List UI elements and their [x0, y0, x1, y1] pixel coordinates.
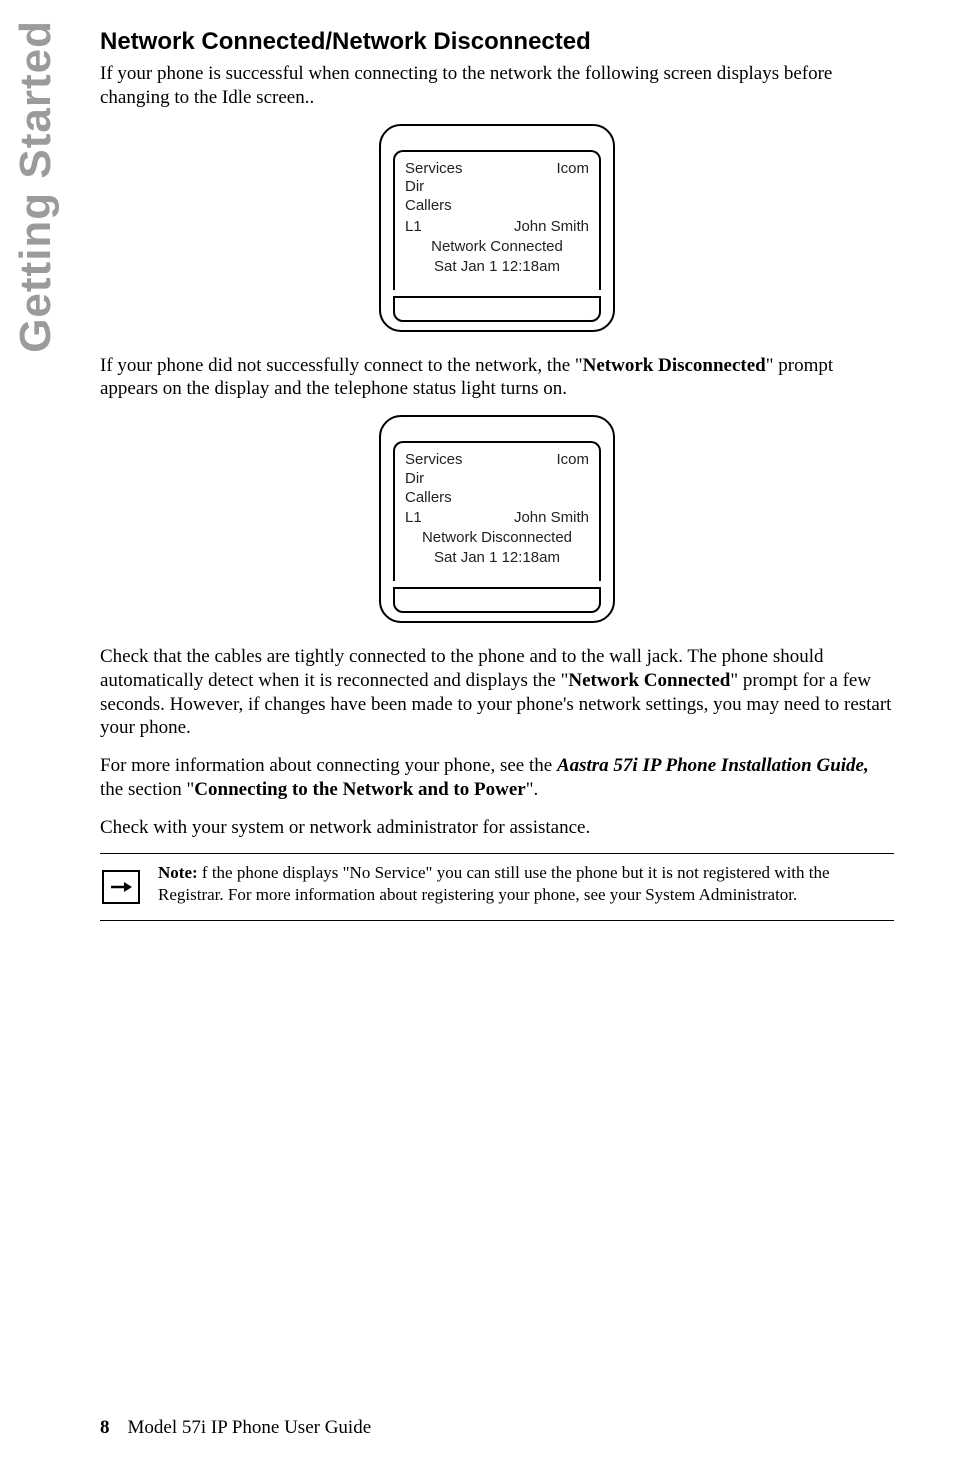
para2-text-a: If your phone did not successfully conne… [100, 355, 583, 376]
paragraph-3: Check that the cables are tightly connec… [100, 645, 894, 740]
note-label: Note: [158, 863, 198, 882]
services-label: Services [405, 451, 463, 470]
lcd-screen: Services Icom Dir Callers L1 John Smith … [393, 441, 601, 581]
side-tab: Getting Started [11, 20, 61, 353]
para2-bold: Network Disconnected [583, 355, 766, 376]
paragraph-5: Check with your system or network admini… [100, 816, 894, 840]
page-number: 8 [100, 1417, 110, 1438]
intro-paragraph-2: If your phone did not successfully conne… [100, 354, 894, 402]
line-label: L1 [405, 218, 422, 237]
dir-label: Dir [405, 470, 589, 489]
para3-bold: Network Connected [568, 670, 730, 691]
section-heading: Network Connected/Network Disconnected [100, 28, 894, 56]
datetime-line: Sat Jan 1 12:18am [405, 257, 589, 277]
phone-screen-disconnected: Services Icom Dir Callers L1 John Smith … [379, 415, 615, 623]
arrow-right-icon [110, 880, 132, 894]
phone-screen-connected: Services Icom Dir Callers L1 John Smith … [379, 124, 615, 332]
note-body: f the phone displays "No Service" you ca… [158, 863, 830, 904]
screen-bottom-bar [393, 296, 601, 322]
para4-bolditalic: Aastra 57i IP Phone Installation Guide, [557, 755, 869, 776]
status-line: Network Connected [405, 237, 589, 257]
line-label: L1 [405, 509, 422, 528]
paragraph-4: For more information about connecting yo… [100, 754, 894, 802]
datetime-line: Sat Jan 1 12:18am [405, 548, 589, 568]
note-block: Note: f the phone displays "No Service" … [100, 853, 894, 921]
footer-title: Model 57i IP Phone User Guide [128, 1417, 372, 1438]
services-label: Services [405, 160, 463, 179]
screen-bottom-bar [393, 587, 601, 613]
para4-text-c: ". [526, 779, 539, 800]
note-icon [102, 870, 140, 904]
status-line: Network Disconnected [405, 528, 589, 548]
page-footer: 8 Model 57i IP Phone User Guide [100, 1417, 371, 1439]
lcd-screen: Services Icom Dir Callers L1 John Smith … [393, 150, 601, 290]
user-name: John Smith [514, 509, 589, 528]
callers-label: Callers [405, 197, 589, 216]
dir-label: Dir [405, 178, 589, 197]
user-name: John Smith [514, 218, 589, 237]
para4-text-b: the section " [100, 779, 194, 800]
callers-label: Callers [405, 489, 589, 508]
para4-text-a: For more information about connecting yo… [100, 755, 557, 776]
para4-bold: Connecting to the Network and to Power [194, 779, 525, 800]
icom-label: Icom [556, 451, 589, 470]
note-text: Note: f the phone displays "No Service" … [158, 862, 894, 906]
icom-label: Icom [556, 160, 589, 179]
intro-paragraph-1: If your phone is successful when connect… [100, 62, 894, 110]
